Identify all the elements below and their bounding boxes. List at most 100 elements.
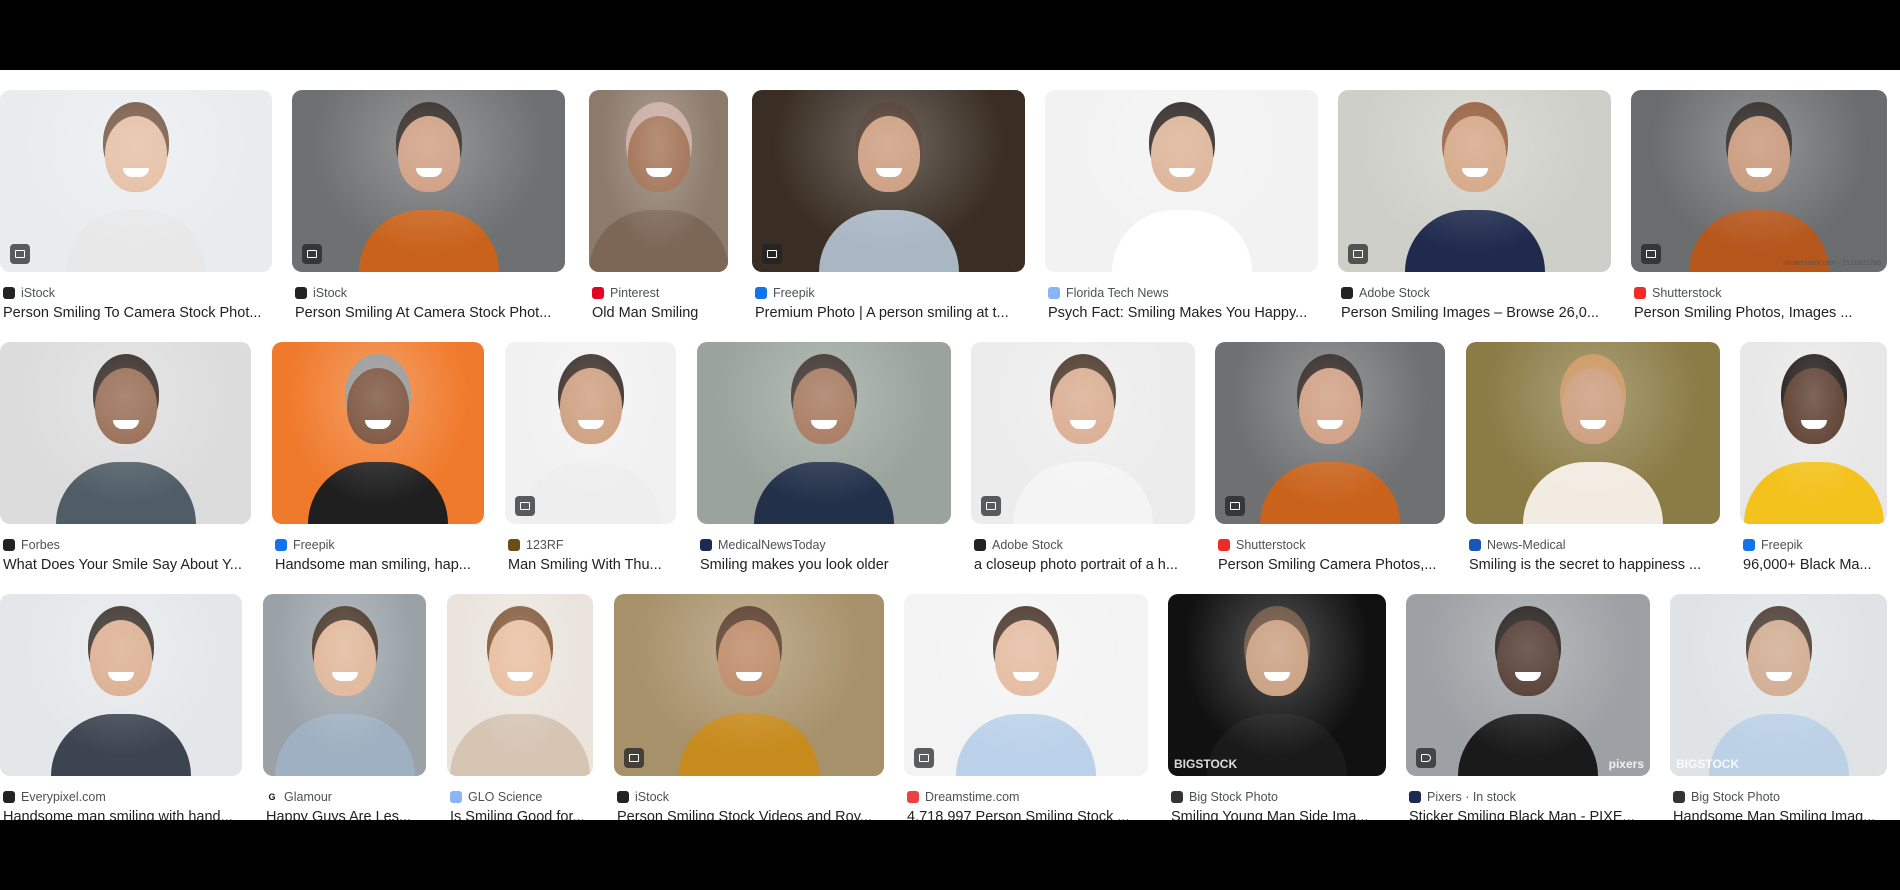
image-result[interactable]: shutterstock.com · 2121831296 Shutterstoc…	[1631, 90, 1887, 340]
image-result[interactable]: Pinterest Old Man Smiling	[589, 90, 728, 340]
result-title-link[interactable]: Premium Photo | A person smiling at t...	[755, 305, 1025, 321]
image-result[interactable]: Freepik Handsome man smiling, hap...	[272, 342, 484, 592]
source-name: iStock	[635, 790, 670, 804]
result-title-link[interactable]: Man Smiling With Thu...	[508, 557, 676, 573]
result-title-link[interactable]: Person Smiling Photos, Images ...	[1634, 305, 1887, 321]
result-title-link[interactable]: What Does Your Smile Say About Y...	[3, 557, 251, 573]
result-title-link[interactable]: Psych Fact: Smiling Makes You Happy...	[1048, 305, 1318, 321]
image-result[interactable]: News-Medical Smiling is the secret to hap…	[1466, 342, 1720, 592]
result-source[interactable]: News-Medical	[1469, 537, 1720, 553]
result-title-link[interactable]: 96,000+ Black Ma...	[1743, 557, 1887, 573]
result-thumbnail[interactable]: pixers	[1406, 594, 1650, 776]
result-source[interactable]: GLO Science	[450, 789, 593, 805]
result-thumbnail[interactable]	[697, 342, 951, 524]
image-result[interactable]: Dreamstime.com 4,718,997 Person Smiling S…	[904, 594, 1148, 820]
result-title-link[interactable]: Sticker Smiling Black Man - PIXE...	[1409, 809, 1650, 820]
result-thumbnail[interactable]	[263, 594, 426, 776]
image-icon	[1348, 244, 1368, 264]
result-thumbnail[interactable]	[292, 90, 565, 272]
result-thumbnail[interactable]: BIGSTOCK	[1670, 594, 1887, 776]
image-result[interactable]: Freepik Premium Photo | A person smiling …	[752, 90, 1025, 340]
result-source[interactable]: Freepik	[275, 537, 484, 553]
result-source[interactable]: Pinterest	[592, 285, 728, 301]
result-title-link[interactable]: Person Smiling Stock Videos and Roy...	[617, 809, 884, 820]
result-thumbnail[interactable]	[752, 90, 1025, 272]
image-result[interactable]: iStock Person Smiling At Camera Stock Pho…	[292, 90, 565, 340]
result-source[interactable]: Adobe Stock	[1341, 285, 1611, 301]
result-thumbnail[interactable]	[589, 90, 728, 272]
image-result[interactable]: Shutterstock Person Smiling Camera Photos…	[1215, 342, 1445, 592]
result-title-link[interactable]: Happy Guys Are Les...	[266, 809, 426, 820]
result-source[interactable]: Big Stock Photo	[1673, 789, 1887, 805]
image-result[interactable]: MedicalNewsToday Smiling makes you look o…	[697, 342, 951, 592]
result-title-link[interactable]: Person Smiling Images – Browse 26,0...	[1341, 305, 1611, 321]
result-title-link[interactable]: Handsome man smiling with hand...	[3, 809, 242, 820]
result-title-link[interactable]: Handsome man smiling, hap...	[275, 557, 484, 573]
image-icon	[981, 496, 1001, 516]
result-thumbnail[interactable]	[614, 594, 884, 776]
result-source[interactable]: Big Stock Photo	[1171, 789, 1386, 805]
site-favicon-icon	[3, 791, 15, 803]
image-result[interactable]: Everypixel.com Handsome man smiling with …	[0, 594, 242, 820]
image-result[interactable]: iStock Person Smiling To Camera Stock Pho…	[0, 90, 272, 340]
result-source[interactable]: Everypixel.com	[3, 789, 242, 805]
result-thumbnail[interactable]	[1338, 90, 1611, 272]
result-title-link[interactable]: Is Smiling Good for...	[450, 809, 593, 820]
site-favicon-icon	[3, 539, 15, 551]
result-thumbnail[interactable]	[505, 342, 676, 524]
result-source[interactable]: Pixers · In stock	[1409, 789, 1650, 805]
result-thumbnail[interactable]	[272, 342, 484, 524]
result-title-link[interactable]: Handsome Man Smiling Imag...	[1673, 809, 1887, 820]
image-icon	[762, 244, 782, 264]
result-thumbnail[interactable]: BIGSTOCK	[1168, 594, 1386, 776]
result-title-link[interactable]: a closeup photo portrait of a h...	[974, 557, 1195, 573]
result-source[interactable]: iStock	[617, 789, 884, 805]
result-source[interactable]: Freepik	[755, 285, 1025, 301]
result-source[interactable]: Freepik	[1743, 537, 1887, 553]
result-title-link[interactable]: 4,718,997 Person Smiling Stock ...	[907, 809, 1148, 820]
image-result[interactable]: iStock Person Smiling Stock Videos and Ro…	[614, 594, 884, 820]
image-result[interactable]: G Glamour Happy Guys Are Les...	[263, 594, 426, 820]
image-result[interactable]: Adobe Stock Person Smiling Images – Brows…	[1338, 90, 1611, 340]
result-thumbnail[interactable]	[447, 594, 593, 776]
result-title-link[interactable]: Smiling makes you look older	[700, 557, 951, 573]
result-source[interactable]: Dreamstime.com	[907, 789, 1148, 805]
result-thumbnail[interactable]	[971, 342, 1195, 524]
result-source[interactable]: Shutterstock	[1634, 285, 1887, 301]
result-thumbnail[interactable]	[1045, 90, 1318, 272]
result-source[interactable]: 123RF	[508, 537, 676, 553]
result-title-link[interactable]: Smiling Young Man Side Ima...	[1171, 809, 1386, 820]
image-result[interactable]: Forbes What Does Your Smile Say About Y..…	[0, 342, 251, 592]
image-result[interactable]: Freepik 96,000+ Black Ma...	[1740, 342, 1887, 592]
image-result[interactable]: pixers Pixers · In stock Sticker Smiling B…	[1406, 594, 1650, 820]
result-thumbnail[interactable]	[1466, 342, 1720, 524]
image-result[interactable]: GLO Science Is Smiling Good for...	[447, 594, 593, 820]
result-source[interactable]: iStock	[3, 285, 272, 301]
result-title-link[interactable]: Person Smiling To Camera Stock Phot...	[3, 305, 272, 321]
result-thumbnail[interactable]	[1740, 342, 1887, 524]
result-thumbnail[interactable]: shutterstock.com · 2121831296	[1631, 90, 1887, 272]
result-title-link[interactable]: Person Smiling At Camera Stock Phot...	[295, 305, 565, 321]
site-favicon-icon	[592, 287, 604, 299]
result-source[interactable]: Forbes	[3, 537, 251, 553]
result-title-link[interactable]: Old Man Smiling	[592, 305, 728, 321]
result-source[interactable]: MedicalNewsToday	[700, 537, 951, 553]
result-source[interactable]: iStock	[295, 285, 565, 301]
image-result[interactable]: BIGSTOCK Big Stock Photo Smiling Young Man…	[1168, 594, 1386, 820]
result-title-link[interactable]: Smiling is the secret to happiness ...	[1469, 557, 1720, 573]
image-result[interactable]: 123RF Man Smiling With Thu...	[505, 342, 676, 592]
result-source[interactable]: G Glamour	[266, 789, 426, 805]
result-thumbnail[interactable]	[1215, 342, 1445, 524]
watermark-text: shutterstock.com · 2121831296	[1782, 260, 1881, 267]
result-thumbnail[interactable]	[0, 90, 272, 272]
result-title-link[interactable]: Person Smiling Camera Photos,...	[1218, 557, 1445, 573]
image-result[interactable]: Florida Tech News Psych Fact: Smiling Mak…	[1045, 90, 1318, 340]
image-result[interactable]: BIGSTOCK Big Stock Photo Handsome Man Smil…	[1670, 594, 1887, 820]
result-thumbnail[interactable]	[904, 594, 1148, 776]
result-source[interactable]: Adobe Stock	[974, 537, 1195, 553]
result-thumbnail[interactable]	[0, 594, 242, 776]
result-source[interactable]: Florida Tech News	[1048, 285, 1318, 301]
result-source[interactable]: Shutterstock	[1218, 537, 1445, 553]
image-result[interactable]: Adobe Stock a closeup photo portrait of a…	[971, 342, 1195, 592]
result-thumbnail[interactable]	[0, 342, 251, 524]
